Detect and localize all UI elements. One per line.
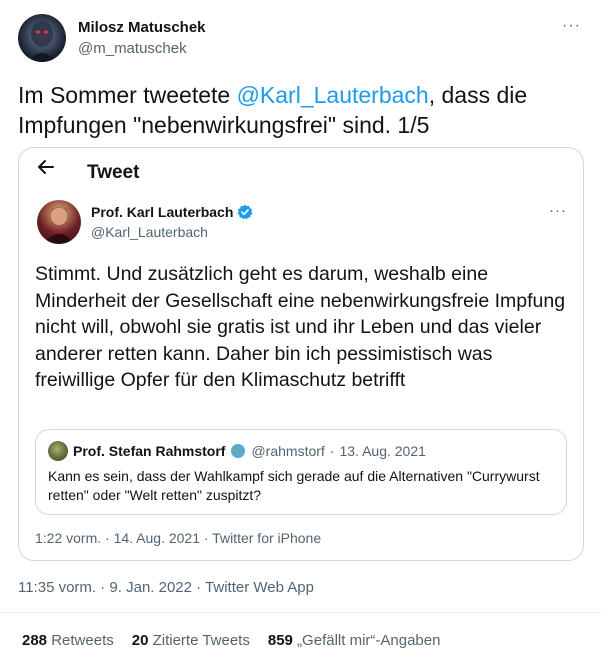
- quoted-screenshot-card[interactable]: Tweet Prof. Karl Lauterbach @Karl_Lauter…: [18, 147, 584, 561]
- author-handle[interactable]: @m_matuschek: [78, 40, 187, 57]
- quotes-label: Zitierte Tweets: [152, 632, 250, 649]
- quoted-author-handle[interactable]: @Karl_Lauterbach: [91, 224, 208, 240]
- header-title: Tweet: [87, 162, 140, 183]
- retweets-label: Retweets: [51, 632, 114, 649]
- tweet-stats: 288 Retweets 20 Zitierte Tweets 859 „Gef…: [22, 632, 440, 649]
- nested-tweet-text: Kann es sein, dass der Wahlkampf sich ge…: [48, 468, 540, 503]
- likes-label: „Gefällt mir“-Angaben: [297, 632, 441, 649]
- globe-emoji-icon: [230, 443, 246, 459]
- quoted-author-row: Prof. Karl Lauterbach: [91, 204, 253, 220]
- quoted-author-name[interactable]: Prof. Karl Lauterbach: [91, 204, 233, 220]
- nested-author-handle[interactable]: @rahmstorf: [251, 443, 324, 459]
- nested-quote-card[interactable]: Prof. Stefan Rahmstorf @rahmstorf · 13. …: [35, 429, 567, 515]
- avatar-image: [43, 207, 75, 244]
- divider: [0, 612, 601, 613]
- avatar[interactable]: [18, 14, 66, 62]
- avatar[interactable]: [48, 441, 68, 461]
- verified-badge-icon: [237, 204, 253, 220]
- likes-count: 859: [267, 632, 293, 649]
- tweet-timestamp[interactable]: 11:35 vorm. · 9. Jan. 2022 · Twitter Web…: [18, 579, 314, 596]
- tweet-text-start: Im Sommer tweetete: [18, 82, 237, 108]
- nested-quote-header: Prof. Stefan Rahmstorf @rahmstorf · 13. …: [48, 441, 426, 461]
- avatar[interactable]: [37, 200, 81, 244]
- likes-stat[interactable]: 859 „Gefällt mir“-Angaben: [268, 632, 441, 649]
- quoted-tweet-text: Stimmt. Und zusätzlich geht es darum, we…: [35, 263, 566, 391]
- nested-date: 13. Aug. 2021: [339, 443, 426, 459]
- tweet-text: Im Sommer tweetete @Karl_Lauterbach, das…: [18, 80, 578, 140]
- meta-separator: ·: [329, 443, 335, 459]
- more-options-icon[interactable]: ···: [549, 202, 567, 219]
- arrow-left-icon[interactable]: [37, 158, 55, 181]
- quotes-count: 20: [131, 632, 149, 649]
- retweets-count: 288: [22, 632, 48, 649]
- author-name[interactable]: Milosz Matuschek: [78, 19, 206, 36]
- nested-author-name[interactable]: Prof. Stefan Rahmstorf: [73, 443, 225, 459]
- quotes-stat[interactable]: 20 Zitierte Tweets: [132, 632, 250, 649]
- quoted-timestamp: 1:22 vorm. · 14. Aug. 2021 · Twitter for…: [35, 530, 322, 546]
- retweets-stat[interactable]: 288 Retweets: [22, 632, 114, 649]
- more-options-icon[interactable]: ···: [562, 17, 581, 35]
- avatar-image: [28, 21, 56, 62]
- mention-link[interactable]: @Karl_Lauterbach: [237, 82, 429, 108]
